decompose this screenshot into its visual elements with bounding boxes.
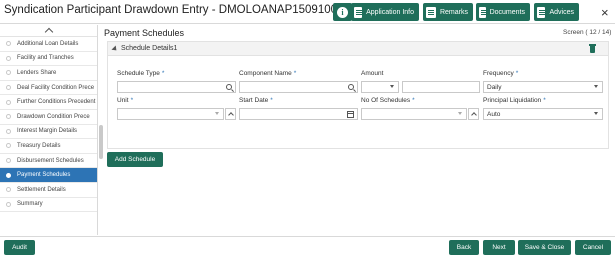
sidebar-item-label: Settlement Details xyxy=(17,186,66,193)
collapse-icon xyxy=(111,44,119,53)
page-title: Payment Schedules xyxy=(104,28,185,38)
component-name-label: Component Name * xyxy=(239,70,297,77)
add-schedule-button[interactable]: Add Schedule xyxy=(107,152,163,167)
chevron-down-icon xyxy=(458,112,462,115)
advices-button[interactable]: Advices xyxy=(534,3,579,21)
step-icon xyxy=(6,41,11,47)
save-close-button[interactable]: Save & Close xyxy=(518,240,571,255)
unit-increment-button[interactable] xyxy=(225,108,236,120)
step-icon xyxy=(6,85,11,91)
step-icon xyxy=(6,187,11,193)
frequency-label: Frequency * xyxy=(483,70,519,77)
sidebar-item-label: Payment Schedules xyxy=(17,172,71,179)
principal-liquidation-select[interactable]: Auto xyxy=(483,108,603,120)
application-info-icon xyxy=(354,6,363,18)
sidebar-item-interest-margin[interactable]: Interest Margin Details xyxy=(0,125,97,140)
step-icon xyxy=(6,70,11,76)
no-of-schedules-increment-button[interactable] xyxy=(468,108,479,120)
sidebar: Additional Loan Details Facility and Tra… xyxy=(0,25,98,235)
step-icon xyxy=(6,143,11,149)
unit-label: Unit * xyxy=(117,97,134,104)
sidebar-item-label: Further Conditions Precedent xyxy=(17,99,96,106)
step-icon xyxy=(6,158,11,164)
back-button[interactable]: Back xyxy=(449,240,479,255)
step-icon xyxy=(6,128,11,134)
title-bar: Syndication Participant Drawdown Entry -… xyxy=(0,0,615,24)
advices-label: Advices xyxy=(549,8,574,16)
sidebar-item-treasury-details[interactable]: Treasury Details xyxy=(0,139,97,154)
search-icon[interactable] xyxy=(226,84,232,90)
step-icon xyxy=(6,55,11,61)
documents-icon xyxy=(479,6,487,18)
step-icon xyxy=(6,114,11,120)
start-date-label: Start Date * xyxy=(239,97,273,104)
audit-button[interactable]: Audit xyxy=(4,240,35,255)
sidebar-item-label: Additional Loan Details xyxy=(17,40,79,47)
chevron-up-icon xyxy=(471,112,477,118)
chevron-up-icon xyxy=(228,112,234,118)
info-button[interactable]: i xyxy=(333,3,352,21)
application-info-button[interactable]: Application Info xyxy=(351,3,419,21)
schedule-details-header[interactable]: Schedule Details1 xyxy=(108,42,608,56)
calendar-icon[interactable] xyxy=(347,111,354,118)
search-icon[interactable] xyxy=(348,84,354,90)
schedule-details-title: Schedule Details1 xyxy=(121,45,178,52)
close-icon[interactable]: × xyxy=(601,5,609,20)
schedule-details-panel: Schedule Details1 xyxy=(107,41,609,149)
next-button[interactable]: Next xyxy=(483,240,515,255)
screen-indicator: Screen ( 12 / 14) xyxy=(563,29,612,36)
frequency-select[interactable]: Daily xyxy=(483,81,603,93)
unit-input[interactable] xyxy=(117,108,224,120)
remarks-label: Remarks xyxy=(439,8,468,16)
principal-liquidation-label: Principal Liquidation * xyxy=(483,97,546,104)
sidebar-item-label: Facility and Tranches xyxy=(17,55,74,62)
sidebar-item-label: Interest Margin Details xyxy=(17,128,78,135)
documents-button[interactable]: Documents xyxy=(476,3,530,21)
chevron-up-icon xyxy=(44,27,53,37)
sidebar-item-label: Treasury Details xyxy=(17,142,61,149)
cancel-button[interactable]: Cancel xyxy=(575,240,611,255)
sidebar-item-lenders-share[interactable]: Lenders Share xyxy=(0,66,97,81)
sidebar-item-label: Lenders Share xyxy=(17,69,57,76)
chevron-down-icon xyxy=(594,112,598,115)
delete-icon[interactable] xyxy=(589,44,596,53)
chevron-down-icon xyxy=(390,85,394,88)
advices-icon xyxy=(537,6,546,18)
remarks-button[interactable]: Remarks xyxy=(423,3,473,21)
step-icon xyxy=(6,172,11,178)
schedule-type-input[interactable] xyxy=(117,81,236,93)
chevron-down-icon xyxy=(215,112,219,115)
documents-label: Documents xyxy=(489,8,525,16)
info-icon: i xyxy=(337,6,348,18)
sidebar-item-payment-schedules[interactable]: Payment Schedules xyxy=(0,168,97,183)
remarks-icon xyxy=(426,6,436,18)
step-icon xyxy=(6,201,11,207)
amount-currency-select[interactable] xyxy=(361,81,399,93)
sidebar-item-label: Drawdown Condition Prece xyxy=(17,113,90,120)
sidebar-item-disbursement-schedules[interactable]: Disbursement Schedules xyxy=(0,154,97,169)
step-icon xyxy=(6,99,11,105)
start-date-input[interactable] xyxy=(239,108,358,120)
sidebar-scroll-up[interactable] xyxy=(0,25,97,37)
sidebar-item-label: Deal Facility Condition Prece xyxy=(17,84,95,91)
sidebar-scrollbar[interactable] xyxy=(99,125,103,159)
sidebar-item-further-conditions[interactable]: Further Conditions Precedent xyxy=(0,95,97,110)
chevron-down-icon xyxy=(594,85,598,88)
sidebar-item-summary[interactable]: Summary xyxy=(0,198,97,213)
sidebar-item-settlement-details[interactable]: Settlement Details xyxy=(0,183,97,198)
component-name-input[interactable] xyxy=(239,81,358,93)
sidebar-item-label: Summary xyxy=(17,201,43,208)
window-title: Syndication Participant Drawdown Entry -… xyxy=(4,4,363,16)
sidebar-item-deal-facility-condition[interactable]: Deal Facility Condition Prece xyxy=(0,81,97,96)
no-of-schedules-input[interactable] xyxy=(361,108,467,120)
schedule-type-label: Schedule Type * xyxy=(117,70,165,77)
sidebar-item-label: Disbursement Schedules xyxy=(17,157,84,164)
sidebar-item-drawdown-condition[interactable]: Drawdown Condition Prece xyxy=(0,110,97,125)
sidebar-item-facility-and-tranches[interactable]: Facility and Tranches xyxy=(0,52,97,67)
sidebar-item-additional-loan-details[interactable]: Additional Loan Details xyxy=(0,37,97,52)
application-info-label: Application Info xyxy=(366,8,414,16)
no-of-schedules-label: No Of Schedules * xyxy=(361,97,415,104)
amount-input[interactable] xyxy=(402,81,480,93)
amount-label: Amount xyxy=(361,70,384,77)
